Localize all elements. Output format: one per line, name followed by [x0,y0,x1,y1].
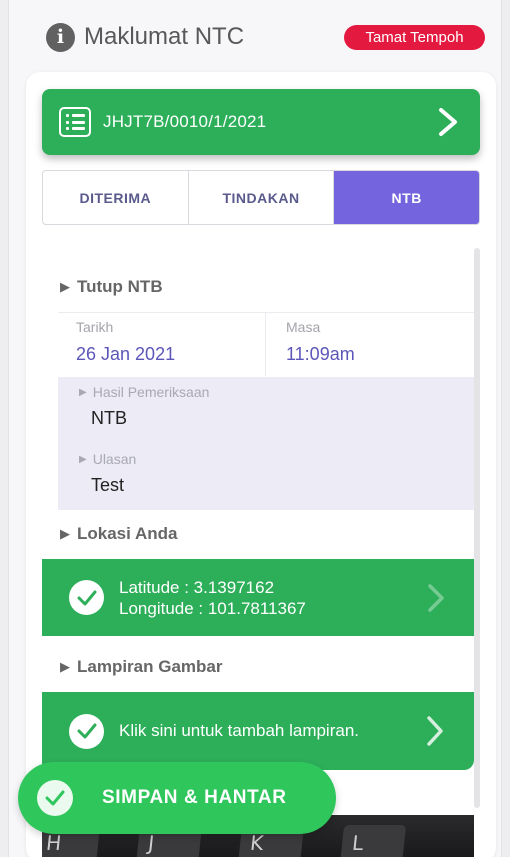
chevron-right-icon [439,108,457,136]
tab-diterima[interactable]: DITERIMA [43,171,189,224]
triangle-right-icon: ▶ [60,659,70,674]
page-title: Maklumat NTC [84,23,245,50]
date-cell: Tarikh 26 Jan 2021 [58,313,265,376]
scrollbar[interactable] [474,248,480,808]
tab-ntb[interactable]: NTB [334,171,479,224]
date-time-row: Tarikh 26 Jan 2021 Masa 11:09am [58,312,474,376]
save-and-submit-button[interactable]: SIMPAN & HANTAR [18,762,336,834]
date-value: 26 Jan 2021 [76,344,176,364]
longitude-text: Longitude : 101.7811367 [119,598,306,618]
section-attachments-title: Lampiran Gambar [77,657,223,676]
check-icon [69,713,104,749]
time-value: 11:09am [286,344,355,364]
remarks-label-text: Ulasan [92,451,137,467]
chevron-right-icon [428,584,444,612]
keyboard-key: L [339,825,407,857]
tab-bar: DITERIMA TINDAKAN NTB [42,170,480,225]
triangle-right-icon: ▶ [60,279,70,294]
section-tutup-ntb-title: Tutup NTB [77,277,163,296]
section-location: ▶ Lokasi Anda [60,524,177,544]
check-icon [37,780,73,816]
result-label: ▶ Hasil Pemeriksaan [79,384,209,400]
add-attachment-bar[interactable]: Klik sini untuk tambah lampiran. [42,692,474,770]
date-label: Tarikh [76,319,114,335]
location-bar[interactable]: Latitude : 3.1397162 Longitude : 101.781… [42,559,474,636]
triangle-right-icon: ▶ [79,386,87,398]
section-tutup-ntb: ▶ Tutup NTB [60,277,163,297]
inspection-result-box: ▶ Hasil Pemeriksaan NTB ▶ Ulasan Test [58,377,474,510]
check-icon [69,580,104,615]
status-badge: Tamat Tempoh [344,25,485,50]
tab-tindakan[interactable]: TINDAKAN [189,171,335,224]
chevron-right-icon [427,716,443,746]
section-attachments: ▶ Lampiran Gambar [60,657,223,677]
remarks-label: ▶ Ulasan [79,451,136,467]
gps-coordinates: Latitude : 3.1397162 Longitude : 101.781… [119,577,306,619]
remarks-value: Test [91,475,125,495]
result-label-text: Hasil Pemeriksaan [92,384,210,400]
latitude-text: Latitude : 3.1397162 [119,577,275,597]
add-attachment-text: Klik sini untuk tambah lampiran. [119,721,360,740]
save-and-submit-label: SIMPAN & HANTAR [102,787,287,808]
page-header: i Maklumat NTC [46,21,244,53]
time-label: Masa [286,319,321,335]
info-icon: i [46,22,75,52]
section-location-title: Lokasi Anda [77,524,178,543]
reference-number: JHJT7B/0010/1/2021 [103,112,267,131]
triangle-right-icon: ▶ [79,453,87,465]
list-icon [59,107,91,137]
result-value: NTB [91,408,127,428]
reference-number-bar[interactable]: JHJT7B/0010/1/2021 [42,89,480,155]
triangle-right-icon: ▶ [60,526,70,541]
time-cell: Masa 11:09am [265,313,472,376]
